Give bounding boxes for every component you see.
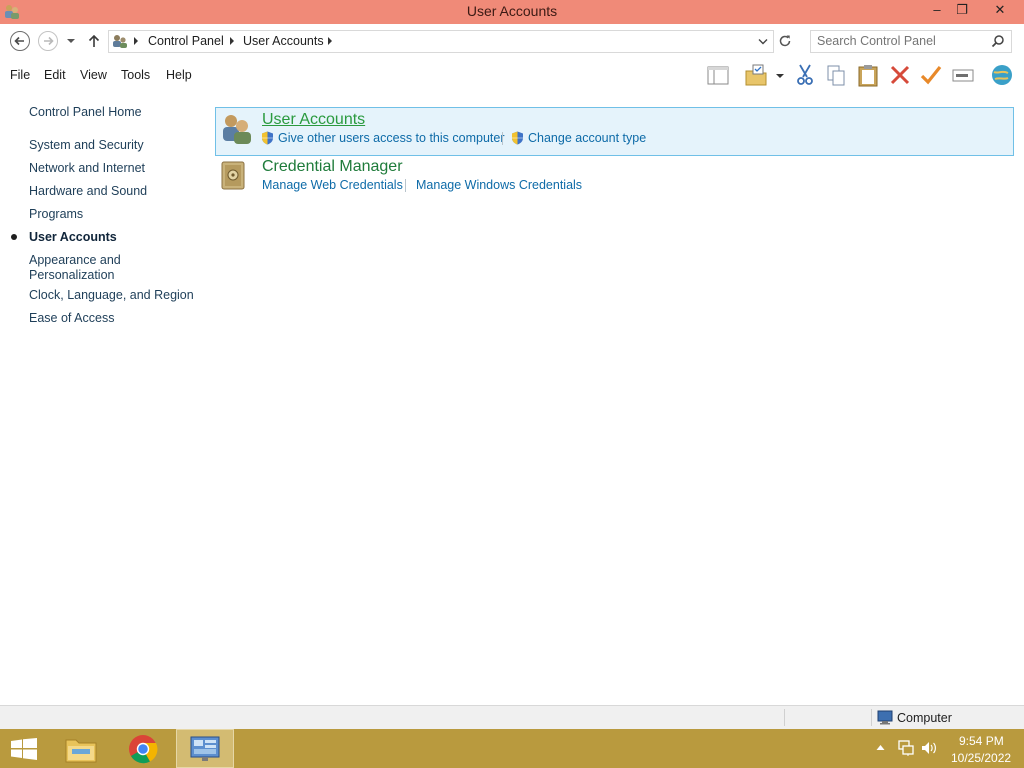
menu-view[interactable]: View — [80, 68, 107, 82]
breadcrumb-control-panel[interactable]: Control Panel — [148, 34, 224, 48]
link-separator — [502, 132, 503, 145]
credential-manager-vault-icon — [221, 161, 245, 190]
window-title: User Accounts — [466, 3, 558, 19]
folder-options-icon[interactable] — [744, 63, 768, 87]
forward-arrow-icon — [44, 36, 54, 46]
taskbar-control-panel-active[interactable] — [176, 729, 234, 768]
nav-system-and-security[interactable]: System and Security — [29, 138, 144, 153]
address-history-dropdown-icon[interactable] — [758, 38, 768, 46]
nav-appearance-line2[interactable]: Personalization — [29, 268, 114, 283]
network-icon[interactable] — [897, 740, 915, 756]
folder-options-dropdown-icon[interactable] — [775, 72, 785, 80]
volume-icon[interactable] — [920, 740, 938, 756]
layout-pane-icon[interactable] — [706, 63, 730, 87]
forward-button[interactable] — [38, 31, 58, 51]
give-other-users-access-link[interactable]: Give other users access to this computer — [278, 131, 504, 145]
user-accounts-category[interactable]: User Accounts Give other users access to… — [215, 107, 1014, 156]
user-accounts-title[interactable]: User Accounts — [262, 111, 365, 129]
search-box[interactable] — [810, 30, 1012, 53]
title-bar[interactable]: User Accounts – ❐ ✕ — [0, 0, 1024, 24]
zone-label: Computer — [897, 711, 952, 725]
chrome-icon — [129, 735, 158, 764]
menu-edit[interactable]: Edit — [44, 68, 66, 82]
taskbar: 9:54 PM 10/25/2022 — [0, 729, 1024, 768]
windows-start-icon[interactable] — [10, 738, 38, 760]
user-accounts-icon — [223, 115, 251, 144]
credential-manager-title[interactable]: Credential Manager — [262, 158, 403, 176]
nav-hardware-and-sound[interactable]: Hardware and Sound — [29, 184, 147, 199]
status-divider — [784, 709, 785, 726]
menu-file[interactable]: File — [10, 68, 30, 82]
show-hidden-icons-icon[interactable] — [876, 744, 885, 751]
status-divider — [871, 709, 872, 726]
cut-icon[interactable] — [793, 63, 817, 87]
taskbar-file-explorer[interactable] — [54, 729, 108, 768]
up-arrow-icon[interactable] — [86, 33, 102, 49]
taskbar-chrome[interactable] — [116, 729, 170, 768]
uac-shield-icon — [512, 131, 523, 145]
nav-user-accounts[interactable]: User Accounts — [29, 230, 117, 245]
nav-network-and-internet[interactable]: Network and Internet — [29, 161, 145, 176]
computer-icon — [877, 710, 893, 725]
properties-check-icon[interactable] — [919, 63, 943, 87]
manage-web-credentials-link[interactable]: Manage Web Credentials — [262, 178, 403, 192]
menu-bar: File Edit View Tools Help — [0, 60, 1024, 90]
breadcrumb-chevron-icon[interactable] — [229, 37, 235, 45]
recent-pages-dropdown-icon[interactable] — [66, 37, 76, 45]
paste-icon[interactable] — [856, 63, 880, 87]
nav-programs[interactable]: Programs — [29, 207, 83, 222]
rename-icon[interactable] — [951, 63, 975, 87]
link-separator — [405, 179, 406, 192]
address-bar[interactable]: Control Panel User Accounts — [108, 30, 774, 53]
back-arrow-icon — [14, 36, 24, 46]
active-item-bullet — [11, 234, 17, 240]
control-panel-home-link[interactable]: Control Panel Home — [29, 105, 142, 120]
restore-button[interactable]: ❐ — [945, 0, 979, 20]
breadcrumb-chevron-icon[interactable] — [327, 37, 333, 45]
change-account-type-link[interactable]: Change account type — [528, 131, 646, 145]
back-button[interactable] — [10, 31, 30, 51]
delete-icon[interactable] — [888, 63, 912, 87]
nav-ease-of-access[interactable]: Ease of Access — [29, 311, 114, 326]
refresh-icon[interactable] — [778, 34, 792, 48]
uac-shield-icon — [262, 131, 273, 145]
navigation-bar: Control Panel User Accounts — [0, 24, 1024, 60]
nav-appearance-line1[interactable]: Appearance and — [29, 253, 121, 268]
status-bar: Computer — [0, 705, 1024, 730]
copy-icon[interactable] — [824, 63, 848, 87]
file-explorer-icon — [65, 739, 97, 763]
globe-icon[interactable] — [990, 63, 1014, 87]
manage-windows-credentials-link[interactable]: Manage Windows Credentials — [416, 178, 582, 192]
menu-help[interactable]: Help — [166, 68, 192, 82]
close-button[interactable]: ✕ — [982, 0, 1018, 20]
menu-tools[interactable]: Tools — [121, 68, 150, 82]
breadcrumb-chevron-icon[interactable] — [133, 37, 139, 45]
search-input[interactable] — [817, 33, 987, 49]
control-panel-icon — [113, 35, 127, 48]
clock-time[interactable]: 9:54 PM — [959, 734, 1004, 748]
breadcrumb-user-accounts[interactable]: User Accounts — [243, 34, 324, 48]
nav-clock-language-region[interactable]: Clock, Language, and Region — [29, 288, 194, 303]
control-panel-taskbar-icon — [190, 736, 220, 761]
search-icon[interactable] — [991, 34, 1005, 48]
clock-date[interactable]: 10/25/2022 — [951, 751, 1011, 765]
